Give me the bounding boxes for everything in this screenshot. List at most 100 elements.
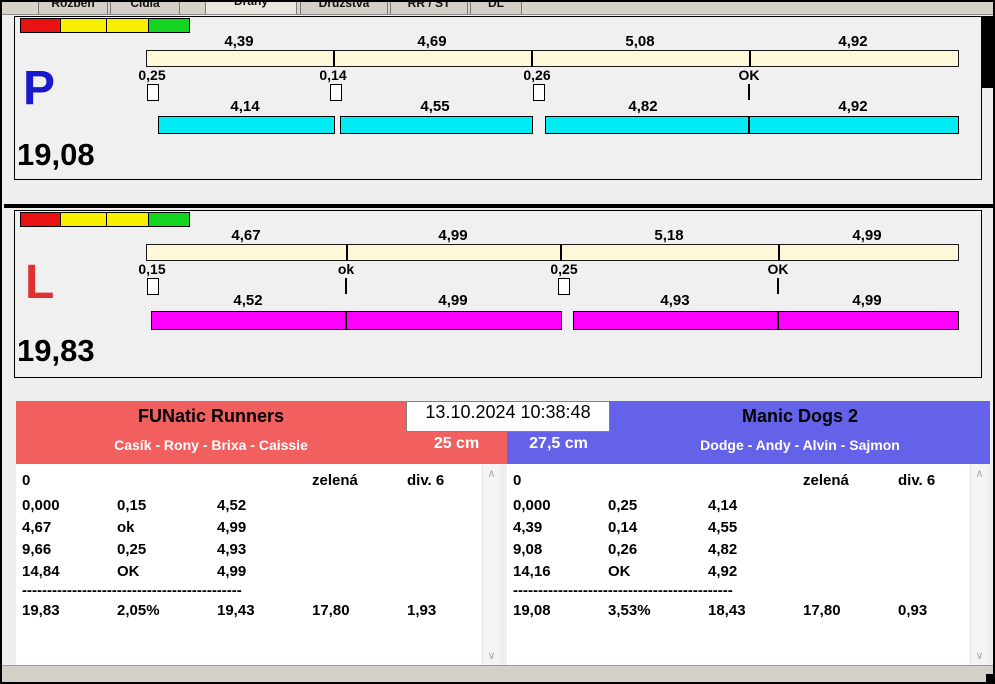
dog-run-bar — [151, 311, 562, 330]
change-mark-box — [558, 278, 570, 295]
cell-change: 0,25 — [117, 541, 147, 558]
results-table-right[interactable]: 0 zelená div. 6 0,000 0,25 4,14 4,39 0,1… — [507, 464, 988, 665]
cell-change: 0,26 — [608, 541, 638, 558]
cell-change: OK — [117, 563, 140, 580]
cell-split: 4,93 — [217, 541, 247, 558]
split-top-label: 4,39 — [224, 33, 254, 50]
totals-separator: ----------------------------------------… — [22, 582, 242, 599]
traffic-light — [20, 18, 190, 33]
change-mark-box — [147, 84, 159, 101]
lane-separator — [4, 204, 993, 208]
change-mark-box — [330, 84, 342, 101]
lane-letter: P — [23, 62, 56, 115]
flyball-timing-window: Rozběh Čidla Dráhy Družstva RR / ST DL 4… — [0, 0, 995, 684]
bar-divider — [346, 244, 348, 261]
split-top-label: 5,08 — [625, 33, 655, 50]
start-light-status: zelená — [803, 472, 849, 489]
tab-dl[interactable]: DL — [470, 2, 522, 14]
lane-total-time: 19,83 — [17, 333, 95, 368]
cell-split: 4,82 — [708, 541, 738, 558]
cell-cumulative: 4,39 — [513, 519, 543, 536]
tab-druzstva[interactable]: Družstva — [300, 2, 388, 14]
cell-split: 4,99 — [217, 519, 247, 536]
bar-divider — [778, 244, 780, 261]
split-top-label: 4,92 — [838, 33, 868, 50]
bar-divider — [749, 50, 751, 67]
scrollbar[interactable]: ∧ ∨ — [970, 464, 988, 665]
traffic-light — [20, 212, 190, 227]
split-bottom-label: 4,99 — [852, 292, 882, 309]
scroll-up-icon[interactable]: ∧ — [971, 467, 988, 480]
cell-split: 4,99 — [217, 563, 247, 580]
start-value: 0 — [513, 472, 522, 489]
total-diff: 0,93 — [898, 602, 928, 619]
dog-run-bar — [545, 116, 959, 134]
cell-cumulative: 9,66 — [22, 541, 52, 558]
team-name: FUNatic Runners — [137, 406, 285, 426]
cell-split: 4,92 — [708, 563, 738, 580]
split-top-label: 5,18 — [654, 227, 684, 244]
total-time: 19,08 — [513, 602, 551, 619]
scroll-down-icon[interactable]: ∨ — [971, 649, 988, 662]
cell-cumulative: 14,16 — [513, 563, 551, 580]
change-mark-label: ok — [337, 261, 355, 277]
bar-divider — [531, 50, 533, 67]
change-mark-label: 0,15 — [138, 261, 166, 277]
race-timestamp: 13.10.2024 10:38:48 — [406, 401, 610, 432]
start-value: 0 — [22, 472, 31, 489]
traffic-light-green — [148, 18, 190, 33]
team-name: Manic Dogs 2 — [741, 406, 859, 426]
lane-panel-l: 4,67 4,99 5,18 4,99 0,15 ok 0,25 OK L 4,… — [14, 210, 982, 378]
change-mark-label: 0,25 — [138, 67, 166, 83]
cell-cumulative: 0,000 — [22, 497, 60, 514]
sensor-bar-top — [146, 244, 959, 261]
total-reference: 17,80 — [312, 602, 350, 619]
bar-divider — [748, 116, 750, 134]
division-label: div. 6 — [407, 472, 445, 489]
scroll-up-icon[interactable]: ∧ — [483, 467, 500, 480]
scrollbar[interactable]: ∧ ∨ — [482, 464, 500, 665]
cell-cumulative: 9,08 — [513, 541, 543, 558]
tab-cidla[interactable]: Čidla — [110, 2, 180, 14]
change-mark-box — [147, 278, 159, 295]
start-light-status: zelená — [312, 472, 358, 489]
cell-cumulative: 0,000 — [513, 497, 551, 514]
change-mark-tick — [748, 84, 750, 100]
bar-divider — [560, 244, 562, 261]
split-bottom-label: 4,92 — [838, 98, 868, 115]
dog-run-bar — [158, 116, 335, 134]
window-bottom-strip — [2, 665, 993, 682]
tab-drahy[interactable]: Dráhy — [205, 2, 297, 14]
split-bottom-label: 4,99 — [438, 292, 468, 309]
tab-rr-st[interactable]: RR / ST — [390, 2, 468, 14]
traffic-light-yellow2 — [106, 18, 149, 33]
split-bottom-label: 4,14 — [230, 98, 260, 115]
traffic-light-green — [148, 212, 190, 227]
window-right-edge-block — [982, 16, 993, 88]
cell-change: 0,14 — [608, 519, 638, 536]
split-top-label: 4,99 — [852, 227, 882, 244]
results-table-left[interactable]: 0 zelená div. 6 0,000 0,15 4,52 4,67 ok … — [16, 464, 500, 665]
total-time: 19,83 — [22, 602, 60, 619]
change-mark-box — [533, 84, 545, 101]
total-reference: 17,80 — [803, 602, 841, 619]
window-bottom-corner — [986, 674, 993, 682]
jump-height: 25 cm — [433, 435, 480, 452]
split-bottom-label: 4,52 — [233, 292, 263, 309]
lane-panel-p: 4,39 4,69 5,08 4,92 0,25 0,14 0,26 OK P … — [14, 16, 982, 180]
totals-separator: ----------------------------------------… — [513, 582, 733, 599]
bar-divider — [333, 50, 335, 67]
change-mark-label: 0,26 — [523, 67, 551, 83]
split-top-label: 4,67 — [231, 227, 261, 244]
tab-rozbeh[interactable]: Rozběh — [38, 2, 108, 14]
traffic-light-yellow1 — [60, 212, 107, 227]
traffic-light-yellow1 — [60, 18, 107, 33]
dog-run-bar — [573, 311, 959, 330]
traffic-light-red — [20, 18, 61, 33]
scroll-down-icon[interactable]: ∨ — [483, 649, 500, 662]
bar-divider — [345, 311, 347, 330]
cell-split: 4,14 — [708, 497, 738, 514]
cell-change: 0,15 — [117, 497, 147, 514]
team-members: Dodge - Andy - Alvin - Sajmon — [700, 437, 900, 453]
traffic-light-red — [20, 212, 61, 227]
